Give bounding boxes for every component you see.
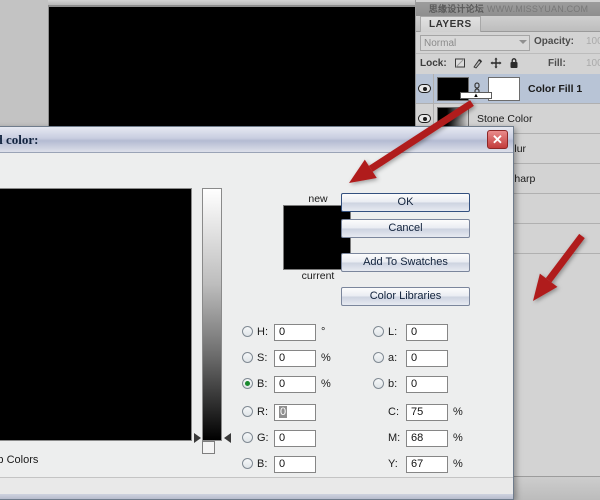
hue-slider-handle-right[interactable] <box>224 433 231 443</box>
radio-r-rgb[interactable] <box>242 406 253 417</box>
watermark-chinese-text: 思缘设计论坛 <box>428 4 484 14</box>
gradient-fill-badge: ▲ <box>460 91 492 99</box>
label-b-lab: b: <box>388 378 398 390</box>
dialog-footer <box>0 477 513 499</box>
label-s-hsb: S: <box>257 352 268 364</box>
eye-icon <box>418 84 431 93</box>
radio-l-lab[interactable] <box>373 326 384 337</box>
label-m-cmyk: M: <box>388 432 401 444</box>
unit-b-hsb: % <box>321 378 331 390</box>
hue-slider-handle-left[interactable] <box>194 433 201 443</box>
document-window[interactable] <box>48 5 422 126</box>
close-icon[interactable]: ✕ <box>487 130 508 149</box>
cancel-button[interactable]: Cancel <box>341 219 470 238</box>
radio-h-hsb[interactable] <box>242 326 253 337</box>
chevron-down-icon[interactable] <box>519 40 527 44</box>
radio-b-hsb[interactable] <box>242 378 253 389</box>
input-y-cmyk[interactable]: 67 <box>406 456 448 473</box>
ok-button[interactable]: OK <box>341 193 470 212</box>
opacity-label: Opacity: <box>534 36 575 47</box>
color-picker-title: a solid color: <box>0 132 39 147</box>
color-picker-titlebar[interactable]: a solid color: ✕ <box>0 127 513 153</box>
forum-watermark: 思缘设计论坛 WWW.MISSYUAN.COM <box>416 2 600 16</box>
lock-row: Lock: Fill: 100 <box>416 53 600 73</box>
label-r-rgb: R: <box>257 406 268 418</box>
input-r-rgb[interactable]: 0 <box>274 404 316 421</box>
lock-image-pixels-icon[interactable] <box>472 57 484 69</box>
only-web-colors-row: nly Web Colors <box>0 441 215 471</box>
input-b-lab[interactable]: 0 <box>406 376 448 393</box>
unit-m-cmyk: % <box>453 432 463 444</box>
unit-c-cmyk: % <box>453 406 463 418</box>
fill-input[interactable]: 100 <box>586 58 600 69</box>
layer-row[interactable]: ▲ Color Fill 1 <box>416 73 600 104</box>
input-h-hsb[interactable]: 0 <box>274 324 316 341</box>
layer-visibility-toggle[interactable] <box>416 73 434 104</box>
layer-name: Stone Color <box>477 112 533 125</box>
input-a-lab[interactable]: 0 <box>406 350 448 367</box>
input-m-cmyk[interactable]: 68 <box>406 430 448 447</box>
blend-mode-row: Normal Opacity: 100 <box>416 33 600 53</box>
color-picker-dialog: a solid color: ✕ nly Web Colors new <box>0 126 514 500</box>
layer-name: Color Fill 1 <box>528 82 583 95</box>
unit-y-cmyk: % <box>453 458 463 470</box>
saturation-value-field[interactable] <box>0 188 192 441</box>
input-s-hsb[interactable]: 0 <box>274 350 316 367</box>
unit-h-hsb: ° <box>321 326 326 338</box>
label-b-hsb: B: <box>257 378 268 390</box>
unit-s-hsb: % <box>321 352 331 364</box>
lock-transparent-pixels-icon[interactable] <box>454 57 466 69</box>
radio-s-hsb[interactable] <box>242 352 253 363</box>
input-b-rgb[interactable]: 0 <box>274 456 316 473</box>
label-b-rgb: B: <box>257 458 268 470</box>
lock-position-icon[interactable] <box>490 57 502 69</box>
lock-all-icon[interactable] <box>508 57 520 69</box>
opacity-input[interactable]: 100 <box>586 36 600 47</box>
blend-mode-value: Normal <box>424 38 457 49</box>
document-canvas[interactable] <box>49 9 422 126</box>
label-g-rgb: G: <box>257 432 269 444</box>
workspace-left-gutter <box>0 0 48 128</box>
blend-mode-select[interactable]: Normal <box>420 35 530 51</box>
hue-slider[interactable] <box>202 188 222 441</box>
eye-icon <box>418 114 431 123</box>
add-to-swatches-button[interactable]: Add To Swatches <box>341 253 470 272</box>
layer-thumbnail[interactable]: ▲ <box>437 76 492 101</box>
color-libraries-button[interactable]: Color Libraries <box>341 287 470 306</box>
lock-label: Lock: <box>420 58 447 69</box>
fill-label: Fill: <box>548 58 566 69</box>
input-c-cmyk[interactable]: 75 <box>406 404 448 421</box>
label-y-cmyk: Y: <box>388 458 398 470</box>
layer-mask-thumbnail[interactable] <box>488 76 520 101</box>
input-l-lab[interactable]: 0 <box>406 324 448 341</box>
radio-g-rgb[interactable] <box>242 432 253 443</box>
input-g-rgb[interactable]: 0 <box>274 430 316 447</box>
radio-b-rgb[interactable] <box>242 458 253 469</box>
radio-b-lab[interactable] <box>373 378 384 389</box>
label-a-lab: a: <box>388 352 398 364</box>
label-h-hsb: H: <box>257 326 268 338</box>
label-l-lab: L: <box>388 326 398 338</box>
input-b-hsb[interactable]: 0 <box>274 376 316 393</box>
panel-tab-strip: LAYERS <box>416 16 600 32</box>
watermark-url-text: WWW.MISSYUAN.COM <box>487 4 589 14</box>
radio-a-lab[interactable] <box>373 352 384 363</box>
tab-layers[interactable]: LAYERS <box>420 16 481 32</box>
label-c-cmyk: C: <box>388 406 399 418</box>
only-web-colors-checkbox[interactable] <box>202 441 215 454</box>
only-web-colors-label: nly Web Colors <box>0 454 39 466</box>
